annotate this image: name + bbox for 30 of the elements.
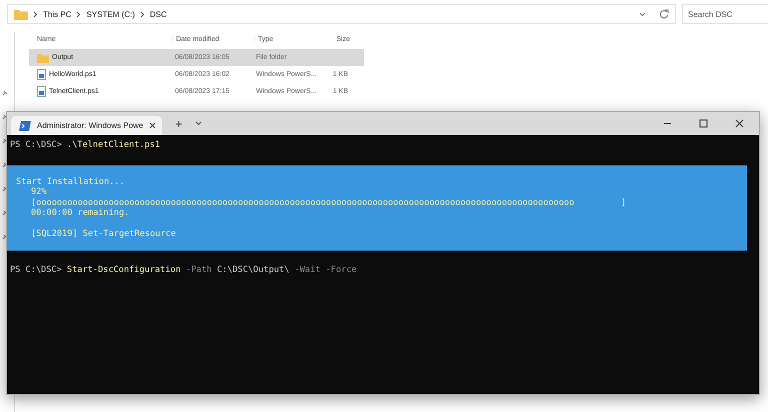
maximize-icon[interactable] [699, 119, 708, 128]
close-icon[interactable] [735, 119, 744, 128]
powershell-icon [19, 120, 31, 130]
terminal-tab[interactable]: Administrator: Windows Powe [11, 116, 162, 135]
tab-title: Administrator: Windows Powe [37, 121, 144, 130]
chevron-icon [76, 10, 82, 18]
breadcrumb[interactable]: SYSTEM (C:) [86, 10, 135, 18]
chevron-icon [140, 10, 145, 18]
pin-icon [2, 90, 8, 96]
progress-percent: 92% [30, 187, 48, 198]
address-bar[interactable]: This PC SYSTEM (C:) DSC [7, 4, 676, 24]
dropdown-icon[interactable] [195, 121, 202, 126]
folder-icon [37, 52, 49, 62]
search-field[interactable]: Search DSC [682, 4, 768, 24]
breadcrumb[interactable]: This PC [43, 10, 72, 18]
progress-status: [SQL2019] Set-TargetResource [30, 229, 177, 240]
console-line: PS C:\DSC> Start-DscConfiguration -Path C:\DSC\Output\ -Wait -Force [9, 264, 358, 275]
folder-icon [14, 8, 28, 20]
progress-bar-text: [oooooooooooooooooooooooooooooooooooooooooooooooooooooooooooooooooooooooooooooooooooooooooooooooooooooooo ] [30, 198, 627, 208]
close-icon[interactable] [149, 122, 156, 129]
progress-activity: Start Installation... [16, 176, 126, 187]
console-line: PS C:\DSC> .\TelnetClient.ps1 [9, 140, 162, 150]
script-file-icon [37, 86, 46, 97]
chevron-icon [33, 10, 38, 18]
new-tab-button[interactable]: + [171, 116, 186, 130]
breadcrumb[interactable]: DSC [150, 10, 167, 18]
refresh-icon[interactable] [659, 9, 669, 19]
script-file-icon [37, 69, 46, 80]
time-remaining: 00:00:00 remaining. [30, 208, 130, 218]
dropdown-icon[interactable] [639, 12, 646, 16]
